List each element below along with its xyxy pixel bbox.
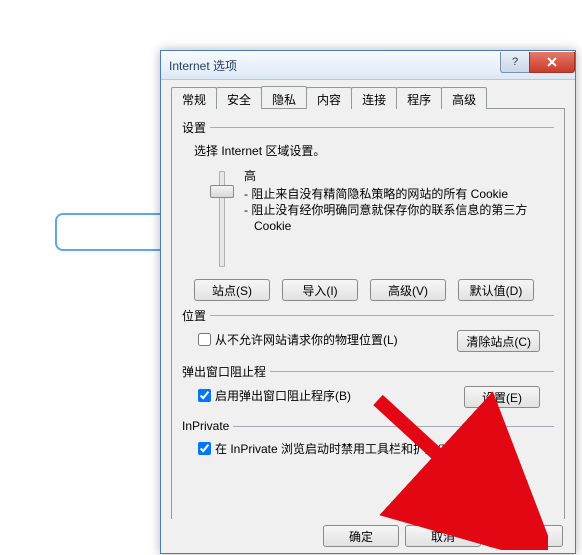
settings-group-header: 设置: [182, 119, 554, 136]
titlebar: Internet 选项 ?: [161, 51, 575, 80]
settings-desc: 选择 Internet 区域设置。: [194, 142, 554, 159]
never-allow-location-label: 从不允许网站请求你的物理位置(L): [215, 331, 398, 348]
ok-button[interactable]: 确定: [323, 525, 399, 547]
advanced-button[interactable]: 高级(V): [370, 279, 446, 301]
divider: [270, 371, 554, 372]
divider: [233, 426, 554, 427]
slider-info: 高 - 阻止来自没有精简隐私策略的网站的所有 Cookie - 阻止没有经你明确…: [244, 167, 554, 235]
apply-button[interactable]: 应用(A): [487, 525, 563, 547]
inprivate-group-label: InPrivate: [182, 419, 229, 433]
slider-thumb[interactable]: [210, 185, 234, 198]
cancel-button[interactable]: 取消: [405, 525, 481, 547]
tab-connections[interactable]: 连接: [351, 87, 397, 109]
settings-group-label: 设置: [182, 119, 206, 136]
sites-button[interactable]: 站点(S): [194, 279, 270, 301]
privacy-tab-page: 设置 选择 Internet 区域设置。 高 - 阻止来自没有精简隐私策略的网站…: [171, 109, 565, 530]
window-buttons: ?: [501, 52, 575, 72]
popup-row: 启用弹出窗口阻止程序(B) 设置(E): [194, 386, 554, 405]
privacy-bullet-2: - 阻止没有经你明确同意就保存你的联系信息的第三方 Cookie: [244, 202, 554, 234]
dialog-content: 常规 安全 隐私 内容 连接 程序 高级 设置 选择 Internet 区域设置…: [161, 80, 575, 520]
tab-privacy[interactable]: 隐私: [261, 86, 307, 108]
help-button[interactable]: ?: [500, 52, 530, 73]
divider: [210, 127, 554, 128]
privacy-bullet-1: - 阻止来自没有精简隐私策略的网站的所有 Cookie: [244, 186, 554, 202]
dialog-title: Internet 选项: [169, 57, 237, 74]
tab-general[interactable]: 常规: [171, 87, 217, 109]
enable-popup-blocker-checkbox[interactable]: [198, 389, 211, 402]
tab-programs[interactable]: 程序: [396, 87, 442, 109]
popup-settings-button[interactable]: 设置(E): [464, 386, 540, 408]
divider: [210, 315, 554, 316]
default-button[interactable]: 默认值(D): [458, 279, 534, 301]
inprivate-group-header: InPrivate: [182, 419, 554, 433]
disable-toolbars-inprivate-checkbox[interactable]: [198, 442, 211, 455]
tab-advanced[interactable]: 高级: [441, 87, 487, 109]
close-button[interactable]: [529, 52, 575, 73]
background-rounded-box: [55, 213, 169, 251]
inprivate-row: 在 InPrivate 浏览启动时禁用工具栏和扩展(T): [194, 439, 554, 458]
location-group-header: 位置: [182, 307, 554, 324]
tab-security[interactable]: 安全: [216, 87, 262, 109]
tab-strip: 常规 安全 隐私 内容 连接 程序 高级: [171, 86, 565, 109]
enable-popup-blocker-label: 启用弹出窗口阻止程序(B): [215, 387, 351, 404]
internet-options-dialog: Internet 选项 ? 常规 安全 隐私 内容 连接 程序 高级 设置: [160, 50, 576, 554]
popup-group-header: 弹出窗口阻止程: [182, 363, 554, 380]
popup-group-label: 弹出窗口阻止程: [182, 363, 266, 380]
clear-sites-button[interactable]: 清除站点(C): [457, 330, 540, 352]
never-allow-location-checkbox[interactable]: [198, 333, 211, 346]
privacy-level-slider[interactable]: [210, 171, 232, 267]
location-group-label: 位置: [182, 307, 206, 324]
location-row: 从不允许网站请求你的物理位置(L) 清除站点(C): [194, 330, 554, 349]
dialog-footer: 确定 取消 应用(A): [161, 519, 575, 553]
import-button[interactable]: 导入(I): [282, 279, 358, 301]
disable-toolbars-inprivate-label: 在 InPrivate 浏览启动时禁用工具栏和扩展(T): [215, 440, 452, 457]
privacy-level-name: 高: [244, 167, 554, 184]
close-icon: [546, 57, 558, 67]
privacy-slider-row: 高 - 阻止来自没有精简隐私策略的网站的所有 Cookie - 阻止没有经你明确…: [210, 167, 554, 267]
tab-content[interactable]: 内容: [306, 87, 352, 109]
settings-buttons: 站点(S) 导入(I) 高级(V) 默认值(D): [194, 279, 554, 301]
